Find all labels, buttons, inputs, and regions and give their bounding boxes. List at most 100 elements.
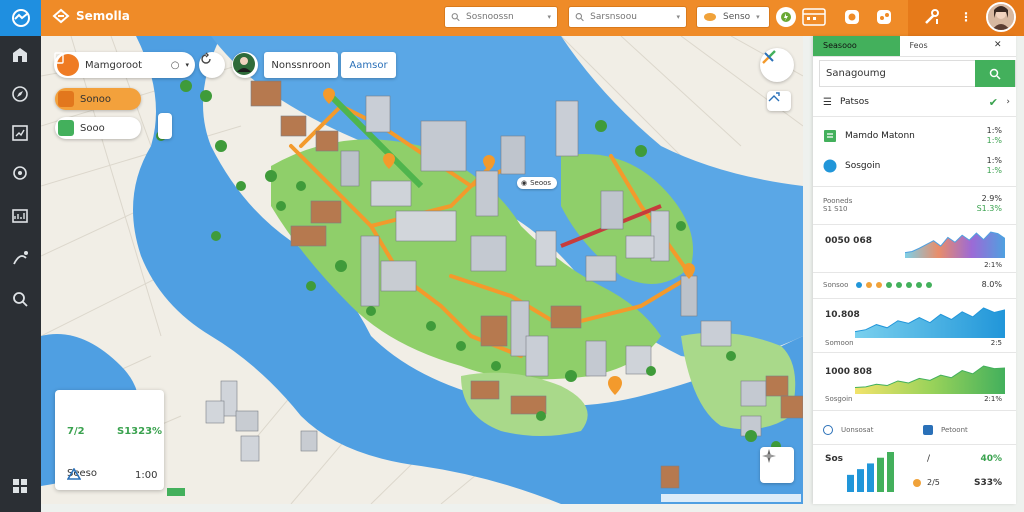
location-icon — [54, 52, 79, 76]
nav-locations[interactable] — [10, 164, 30, 184]
panel-search-button[interactable] — [975, 60, 1015, 87]
tab-feeds[interactable]: Feos — [900, 36, 987, 56]
layer-chip-green[interactable]: Sooo — [55, 117, 141, 139]
top-bar: Semolla ▾ ▾ Senso ▾ ⋮ — [0, 0, 1024, 36]
nav-analytics[interactable] — [10, 206, 30, 226]
profile-avatar[interactable] — [232, 52, 258, 78]
layer-chip-orange-label: Sonoo — [80, 93, 112, 105]
filter-option[interactable]: Petoont — [923, 425, 968, 435]
bottom-dot-value: 2/5 — [927, 478, 940, 487]
nav-routes[interactable] — [10, 84, 30, 104]
layers-button[interactable] — [760, 48, 794, 82]
bolt-button[interactable] — [776, 7, 796, 27]
list-item[interactable]: Sosgoin 1:% 1:% — [813, 156, 1016, 176]
person-icon — [233, 53, 255, 75]
filter-field[interactable]: ▾ — [568, 6, 687, 28]
share-icon — [877, 10, 891, 24]
location-chip[interactable]: Mamgoroot ○ ▾ — [54, 52, 195, 78]
chevron-down-icon[interactable]: ▾ — [547, 13, 551, 21]
nav-reports[interactable] — [10, 123, 30, 143]
tools-button[interactable] — [922, 7, 942, 27]
search-icon — [575, 13, 584, 22]
search-icon — [989, 68, 1001, 80]
list-item-values: 1:% 1:% — [986, 126, 1002, 145]
radio-icon[interactable] — [823, 425, 833, 435]
search-input[interactable] — [466, 12, 542, 22]
layer-chip-green-label: Sooo — [80, 122, 105, 134]
nav-apps[interactable] — [10, 476, 30, 496]
nav-home[interactable] — [10, 45, 30, 65]
filter-lines-icon: ☰ — [823, 96, 832, 108]
layer-chip-orange[interactable]: Sonoo — [55, 88, 141, 110]
fullscreen-button[interactable] — [767, 91, 791, 111]
list-item-label: Mamdo Matonn — [845, 131, 915, 141]
panel-header-row[interactable]: ☰ Patsos ✔ › — [813, 94, 1016, 110]
chart2-foot-left: Somoon — [825, 339, 854, 347]
chart2-foot-right: 2:5 — [990, 339, 1002, 347]
directions-icon — [762, 50, 776, 64]
bottom-mid-value: / — [927, 454, 931, 464]
share-button[interactable] — [874, 7, 894, 27]
legend-dot — [856, 282, 863, 288]
calendar-button[interactable] — [801, 7, 827, 27]
close-icon[interactable]: ✕ — [986, 36, 1016, 56]
legend-dot — [916, 282, 923, 288]
checkbox-icon[interactable] — [923, 425, 933, 435]
left-nav — [0, 36, 41, 512]
search-icon — [451, 13, 460, 22]
profile-chip[interactable]: Nonssnroon — [264, 52, 338, 78]
location-select[interactable]: Senso ▾ — [696, 6, 770, 28]
summary-values: 2.9% S1.3% — [976, 194, 1002, 213]
bar — [877, 457, 884, 492]
area-series — [905, 232, 1005, 258]
legend-dot — [896, 282, 903, 288]
nav-search[interactable] — [10, 289, 30, 309]
expand-icon — [768, 92, 780, 102]
panel-search[interactable] — [819, 60, 1016, 87]
recenter-button[interactable] — [199, 52, 225, 78]
more-menu-button[interactable]: ⋮ — [956, 7, 976, 27]
chart3-area — [855, 365, 1005, 394]
chevron-right-icon[interactable]: › — [1006, 97, 1010, 107]
bar — [867, 463, 874, 492]
compass-button[interactable] — [760, 447, 794, 483]
nav-navigation[interactable] — [10, 248, 30, 268]
panel-search-input[interactable] — [820, 68, 975, 79]
filter-row: Uonsosat Petoont — [813, 422, 1016, 438]
layers-icon — [704, 13, 716, 21]
legend-value: 8.0% — [981, 280, 1002, 289]
chevron-down-icon[interactable]: ▾ — [185, 61, 189, 69]
chevron-down-icon[interactable]: ▾ — [676, 13, 680, 21]
tab-overview[interactable]: Seasooo — [813, 36, 900, 56]
notifications-button[interactable] — [842, 7, 862, 27]
filter-option[interactable]: Uonsosat — [823, 425, 923, 435]
map-view[interactable]: Mamgoroot ○ ▾ Nonssnroon Aamsor Sonoo So… — [41, 36, 803, 504]
filter-input[interactable] — [590, 12, 671, 22]
bottom-dot-row: 2/5 — [913, 478, 940, 487]
legend-dot — [866, 282, 873, 288]
panel-header-label: Patsos — [839, 97, 869, 107]
panel-tabs: Seasooo Feos ✕ — [813, 36, 1016, 57]
stats-card[interactable]: 7/2 S1323% Seeso 1:00 — [55, 390, 164, 490]
search-field[interactable]: ▾ — [444, 6, 558, 28]
check-icon: ✔ — [988, 95, 998, 109]
map-pill-label: Seoos — [530, 179, 552, 187]
triangle-icon — [67, 468, 81, 480]
bottom-dot-right-value: S33% — [973, 478, 1002, 488]
calendar-icon — [802, 8, 826, 26]
summary-label-bottom: S1 S10 — [823, 205, 848, 213]
map-pill[interactable]: ◉ Seoos — [517, 177, 558, 189]
legend-dot — [906, 282, 913, 288]
summary-label-top: Pooneds — [823, 197, 853, 205]
route-icon — [13, 251, 28, 265]
divider — [813, 444, 1016, 445]
search-icon[interactable]: ○ — [171, 60, 180, 71]
layer-toggle[interactable] — [158, 113, 172, 139]
list-item[interactable]: Mamdo Matonn 1:% 1:% — [813, 126, 1016, 146]
app-logo[interactable] — [0, 0, 41, 36]
bar — [847, 474, 854, 492]
chevron-down-icon[interactable]: ▾ — [756, 13, 760, 21]
right-panel: Seasooo Feos ✕ ☰ Patsos ✔ › Mamdo Matonn… — [813, 36, 1016, 504]
user-avatar[interactable] — [986, 2, 1016, 32]
action-chip[interactable]: Aamsor — [341, 52, 396, 78]
